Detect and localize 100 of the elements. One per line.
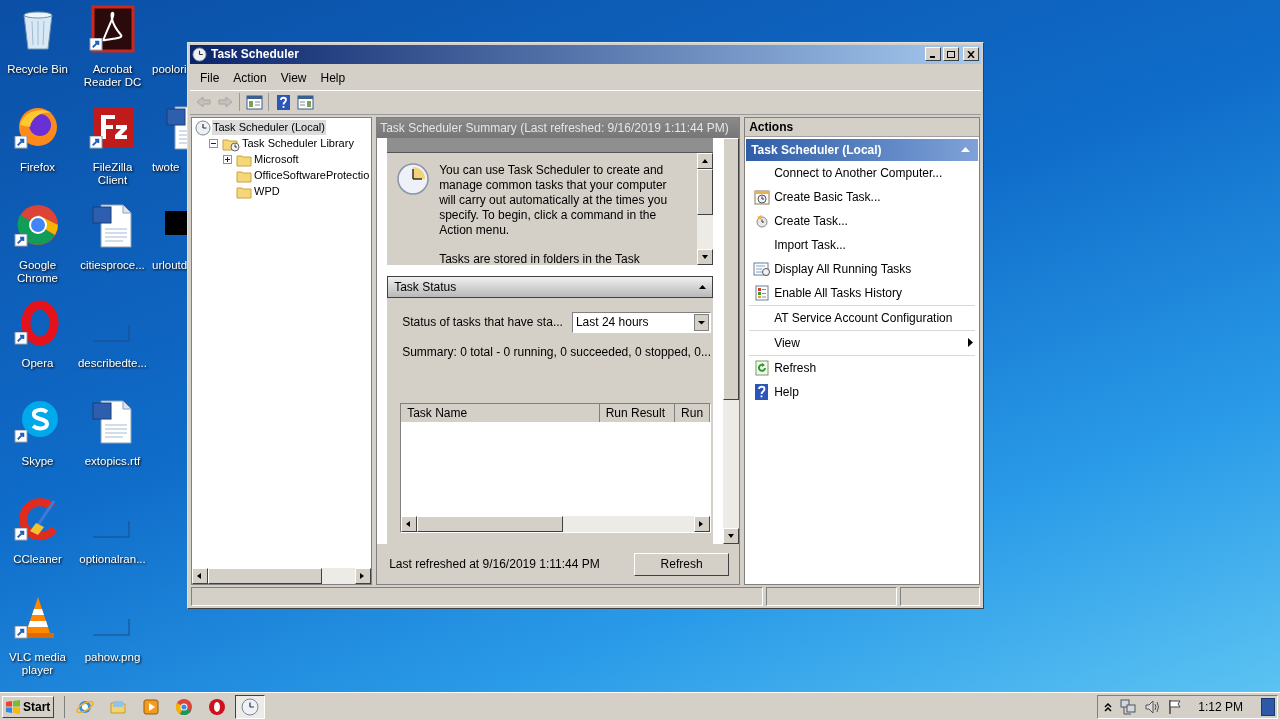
command-item[interactable]: Connect to Another Computer... xyxy=(745,160,979,185)
action-group-header[interactable]: Task Scheduler (Local) xyxy=(746,138,978,161)
help-icon xyxy=(755,383,769,400)
tree-item[interactable]: WPD xyxy=(253,184,281,200)
clock-icon xyxy=(195,119,211,136)
calendar-clock-icon xyxy=(753,188,770,205)
tree-item[interactable]: Task Scheduler (Local) xyxy=(212,120,326,136)
left-arrow-icon xyxy=(196,572,204,581)
scroll-thumb[interactable] xyxy=(723,137,740,400)
command-item[interactable]: AT Service Account Configuration xyxy=(745,305,979,330)
refresh-button[interactable]: Refresh xyxy=(634,552,730,576)
horizontal-scrollbar[interactable] xyxy=(401,515,711,532)
icon-label[interactable]: Acrobat Reader DC xyxy=(75,63,150,89)
icon-label[interactable]: Firefox xyxy=(17,161,58,174)
icon-label[interactable]: describedte... xyxy=(75,357,149,370)
icon-label[interactable]: extopics.rtf xyxy=(82,455,143,468)
list-clock-icon xyxy=(753,260,771,277)
menu-item[interactable]: Help xyxy=(313,68,353,87)
summary-title: Task Scheduler Summary (Last refreshed: 9/16/2019 1:11:44 PM) xyxy=(380,119,729,137)
show-desktop-button[interactable] xyxy=(1261,697,1275,716)
media-player-icon xyxy=(142,697,160,716)
panel-icon xyxy=(245,93,263,111)
scroll-thumb[interactable] xyxy=(697,168,714,215)
scroll-thumb[interactable] xyxy=(208,568,322,585)
minimize-button[interactable] xyxy=(925,47,941,62)
icon-label[interactable]: Google Chrome xyxy=(0,259,75,285)
speaker-icon[interactable] xyxy=(1144,698,1161,715)
scroll-left-button[interactable] xyxy=(192,568,208,585)
actions-title: Actions xyxy=(749,118,794,136)
window-title: Task Scheduler xyxy=(211,46,299,64)
submenu-arrow-icon xyxy=(968,338,973,348)
collapse-arrow-icon xyxy=(699,284,707,289)
column-header[interactable]: Run xyxy=(675,403,711,422)
section-title: Task Status xyxy=(394,278,457,296)
command-item[interactable]: Refresh xyxy=(745,355,979,380)
command-item[interactable]: Create Basic Task... xyxy=(745,184,979,209)
help-icon xyxy=(274,93,292,111)
icon-label[interactable]: optionalran... xyxy=(77,553,148,566)
clock-icon xyxy=(754,213,769,228)
vertical-scrollbar[interactable] xyxy=(697,152,714,265)
browser-icon xyxy=(175,697,193,716)
command-item[interactable]: View xyxy=(745,330,979,355)
refresh-icon xyxy=(754,359,769,376)
icon-label[interactable]: citiesproce... xyxy=(78,259,147,272)
panel-icon xyxy=(296,93,314,111)
scroll-down-button[interactable] xyxy=(723,528,740,545)
network-icon[interactable] xyxy=(1120,698,1137,715)
icon-label[interactable]: Opera xyxy=(19,357,56,370)
icon-label[interactable]: VLC media player xyxy=(0,651,75,677)
scroll-down-button[interactable] xyxy=(697,248,714,265)
clock-icon xyxy=(241,697,259,716)
maximize-button[interactable] xyxy=(943,47,959,62)
command-item[interactable]: Enable All Tasks History xyxy=(745,280,979,305)
overview-text: You can use Task Scheduler to create and manage common tasks that your computer will carry out automatically at the times you specify. To begin, click a command in the Action menu. xyxy=(439,162,669,238)
icon-label[interactable]: FileZilla Client xyxy=(75,161,150,187)
menu-item[interactable]: Action xyxy=(226,68,274,87)
command-item[interactable]: Help xyxy=(745,379,979,404)
scroll-thumb[interactable] xyxy=(417,515,564,532)
command-item[interactable]: Create Task... xyxy=(745,208,979,233)
clock-icon xyxy=(397,162,430,195)
section-header[interactable]: Task Status xyxy=(387,275,714,298)
time-range-dropdown[interactable]: Last 24 hours xyxy=(571,311,712,333)
collapse-icon[interactable] xyxy=(209,139,218,149)
icon-label[interactable]: Skype xyxy=(19,455,56,468)
taskbar-button[interactable] xyxy=(235,694,265,719)
expand-icon[interactable] xyxy=(223,155,232,165)
horizontal-scrollbar[interactable] xyxy=(192,568,372,585)
menu-item[interactable]: File xyxy=(193,68,227,87)
filter-label: Status of tasks that have sta... xyxy=(402,314,563,332)
tree-item[interactable]: Microsoft xyxy=(253,152,300,168)
scroll-right-button[interactable] xyxy=(694,515,711,532)
scroll-left-button[interactable] xyxy=(401,515,418,532)
last-refreshed-text: Last refreshed at 9/16/2019 1:11:44 PM xyxy=(389,556,600,574)
close-button[interactable] xyxy=(963,47,979,62)
collapse-arrow-icon xyxy=(961,147,970,153)
overview-text: Tasks are stored in folders in the Task xyxy=(439,251,641,265)
down-arrow-icon xyxy=(701,252,710,261)
history-list-icon xyxy=(753,284,770,301)
command-item[interactable]: Import Task... xyxy=(745,232,979,257)
icon-label[interactable]: poolori xyxy=(150,63,187,76)
clock-text[interactable]: 1:12 PM xyxy=(1198,697,1243,716)
icon-label[interactable]: twote xyxy=(150,161,180,174)
tree-item[interactable]: OfficeSoftwareProtectio xyxy=(253,168,371,184)
flag-icon[interactable] xyxy=(1168,698,1183,715)
chevron-up-icon[interactable] xyxy=(1104,701,1113,712)
icon-label[interactable]: Recycle Bin xyxy=(5,63,70,76)
start-button[interactable]: Start xyxy=(2,695,54,718)
maximize-icon xyxy=(947,50,955,58)
column-header[interactable]: Run Result xyxy=(599,403,676,422)
column-header[interactable]: Task Name xyxy=(401,403,600,422)
tree-item[interactable]: Task Scheduler Library xyxy=(241,136,355,152)
icon-label[interactable]: urloutd xyxy=(150,259,188,272)
command-item[interactable]: Display All Running Tasks xyxy=(745,256,979,281)
icon-label[interactable]: pahow.png xyxy=(82,651,143,664)
menu-item[interactable]: View xyxy=(273,68,314,87)
icon-label[interactable]: CCleaner xyxy=(11,553,64,566)
scroll-right-button[interactable] xyxy=(355,568,372,585)
vertical-scrollbar[interactable] xyxy=(723,137,740,545)
close-icon xyxy=(967,50,975,58)
browser-icon xyxy=(208,697,226,716)
